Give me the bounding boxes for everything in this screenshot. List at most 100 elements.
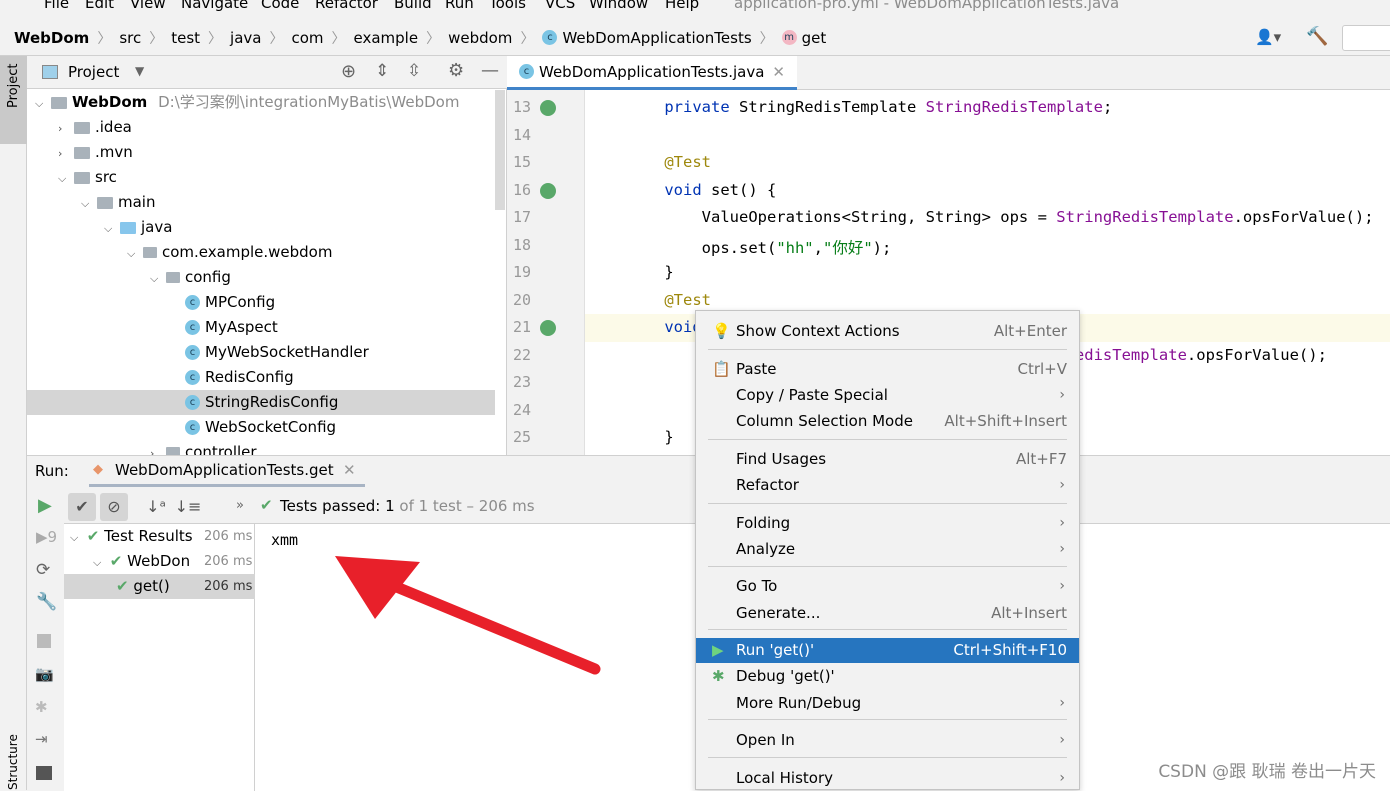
tree-item[interactable]: ⌵ src — [27, 165, 495, 190]
stop-icon[interactable] — [37, 634, 51, 648]
tree-item[interactable]: ⌵ com.example.webdom — [27, 240, 495, 265]
breadcrumb-item[interactable]: WebDomApplicationTests — [562, 29, 751, 47]
menu-item-paste[interactable]: 📋 Paste Ctrl+V — [696, 357, 1079, 382]
menu-item-generate[interactable]: Generate... Alt+Insert — [696, 601, 1079, 626]
tree-item[interactable]: c StringRedisConfig — [27, 390, 495, 415]
menu-vcs[interactable]: VCS — [545, 0, 575, 12]
tree-item[interactable]: c MyWebSocketHandler — [27, 340, 495, 365]
close-icon[interactable]: ✕ — [772, 63, 785, 81]
tree-item[interactable]: ⌵ main — [27, 190, 495, 215]
show-passed-toggle[interactable]: ✔ — [68, 493, 96, 521]
menu-build[interactable]: Build — [394, 0, 432, 12]
run-tab[interactable]: ◆ WebDomApplicationTests.get ✕ — [89, 456, 365, 487]
menu-view[interactable]: View — [130, 0, 166, 12]
code-line[interactable]: ValueOperations<String, String> ops = St… — [627, 208, 1374, 226]
editor-tab[interactable]: c WebDomApplicationTests.java ✕ — [507, 56, 797, 90]
breadcrumb-item[interactable]: test — [171, 29, 200, 47]
menu-item-refactor[interactable]: Refactor › — [696, 473, 1079, 498]
run-gutter-icon[interactable] — [540, 320, 556, 336]
run-gutter-icon[interactable] — [540, 182, 556, 199]
test-tree-item[interactable]: ⌵ ✔ WebDon 206 ms — [64, 549, 255, 574]
breadcrumb-item[interactable]: WebDom — [14, 29, 89, 47]
test-tree-item[interactable]: ⌵ ✔ Test Results 206 ms — [64, 524, 255, 549]
code-line[interactable]: } — [627, 428, 673, 446]
menu-navigate[interactable]: Navigate — [181, 0, 248, 12]
chevron-right-icon: › — [58, 122, 63, 135]
code-line[interactable]: private StringRedisTemplate StringRedisT… — [627, 98, 1112, 116]
menu-item-folding[interactable]: Folding › — [696, 511, 1079, 536]
collapse-all-icon[interactable]: ⇳ — [407, 61, 421, 81]
test-tree-item[interactable]: ✔ get() 206 ms — [64, 574, 255, 599]
menu-item-copy-paste-special[interactable]: Copy / Paste Special › — [696, 383, 1079, 408]
sort-alpha-icon[interactable]: ↓ᵃ — [142, 493, 170, 521]
breadcrumb-item[interactable]: webdom — [448, 29, 512, 47]
folder-icon — [166, 272, 180, 283]
tree-item[interactable]: c WebSocketConfig — [27, 415, 495, 440]
show-ignored-toggle[interactable]: ⊘ — [100, 493, 128, 521]
menu-run[interactable]: Run — [445, 0, 474, 12]
menu-tools[interactable]: Tools — [489, 0, 526, 12]
class-icon: c — [185, 420, 200, 435]
scrollbar[interactable] — [495, 90, 505, 210]
tree-item[interactable]: ⌵ config — [27, 265, 495, 290]
tree-item[interactable]: › .idea — [27, 115, 495, 140]
expand-all-icon[interactable]: ⇕ — [375, 61, 389, 81]
run-gutter-icon[interactable] — [540, 100, 556, 116]
gear-icon[interactable]: ⚙ — [448, 60, 464, 81]
tree-item[interactable]: › .mvn — [27, 140, 495, 165]
menu-item-local-history[interactable]: Local History › — [696, 766, 1079, 791]
code-line[interactable]: ops.set("hh","你好"); — [627, 236, 892, 258]
import-icon[interactable]: ⇥ — [35, 730, 48, 748]
menu-item-show-context-actions[interactable]: 💡 Show Context Actions Alt+Enter — [696, 319, 1079, 344]
project-tool-tab[interactable]: Project — [0, 56, 27, 144]
menu-refactor[interactable]: Refactor — [315, 0, 378, 12]
chevron-down-icon[interactable]: ▼ — [135, 64, 144, 78]
menu-item-debug-get[interactable]: ✱ Debug 'get()' — [696, 664, 1079, 689]
menu-item-go-to[interactable]: Go To › — [696, 574, 1079, 599]
tree-root[interactable]: ⌵ WebDom D:\学习案例\integrationMyBatis\WebDo… — [27, 90, 495, 115]
camera-icon[interactable]: 📷 — [35, 665, 54, 683]
breadcrumb-item[interactable]: java — [230, 29, 261, 47]
structure-tool-tab[interactable]: Structure — [0, 734, 27, 790]
wrench-icon[interactable]: 🔧 — [36, 592, 57, 612]
tree-item[interactable]: c RedisConfig — [27, 365, 495, 390]
class-icon: c — [185, 345, 200, 360]
menu-help[interactable]: Help — [665, 0, 699, 12]
project-title[interactable]: Project — [68, 63, 119, 81]
menu-item-analyze[interactable]: Analyze › — [696, 537, 1079, 562]
tree-item[interactable]: ⌵ java — [27, 215, 495, 240]
menu-edit[interactable]: Edit — [85, 0, 114, 12]
build-hammer-icon[interactable]: 🔨 — [1306, 26, 1328, 47]
locate-icon[interactable]: ⊕ — [341, 61, 356, 82]
run-config-selector[interactable] — [1342, 25, 1390, 51]
breadcrumb-item[interactable]: com — [291, 29, 323, 47]
close-icon[interactable]: ✕ — [343, 461, 356, 479]
menu-item-more-run-debug[interactable]: More Run/Debug › — [696, 691, 1079, 716]
breadcrumb-item[interactable]: src — [119, 29, 141, 47]
rerun-failed-icon[interactable]: ▶9 — [36, 528, 57, 546]
user-icon[interactable]: 👤▾ — [1255, 28, 1281, 46]
tree-item[interactable]: c MPConfig — [27, 290, 495, 315]
tree-item[interactable]: c MyAspect — [27, 315, 495, 340]
debug-icon[interactable]: ✱ — [35, 698, 48, 716]
code-line[interactable]: @Test — [627, 153, 711, 171]
code-line[interactable]: void set() { — [627, 181, 776, 199]
sort-duration-icon[interactable]: ↓≡ — [174, 493, 202, 521]
toggle-auto-test-icon[interactable]: ⟳ — [36, 560, 50, 580]
menu-file[interactable]: File — [44, 0, 69, 12]
chevron-down-icon: ⌵ — [35, 97, 44, 110]
rerun-icon[interactable]: ▶ — [38, 495, 52, 516]
menu-code[interactable]: Code — [261, 0, 299, 12]
menu-item-open-in[interactable]: Open In › — [696, 728, 1079, 753]
code-line[interactable]: } — [627, 263, 673, 281]
minimize-icon[interactable]: — — [481, 60, 499, 81]
menu-item-column-selection-mode[interactable]: Column Selection Mode Alt+Shift+Insert — [696, 409, 1079, 434]
menu-item-run-get[interactable]: ▶ Run 'get()' Ctrl+Shift+F10 — [696, 638, 1079, 663]
menu-window[interactable]: Window — [589, 0, 648, 12]
more-icon[interactable]: » — [236, 498, 244, 513]
layout-icon[interactable] — [36, 766, 52, 780]
code-line[interactable]: @Test — [627, 291, 711, 309]
breadcrumb-item[interactable]: example — [354, 29, 419, 47]
menu-item-find-usages[interactable]: Find Usages Alt+F7 — [696, 447, 1079, 472]
breadcrumb-item[interactable]: get — [802, 29, 827, 47]
